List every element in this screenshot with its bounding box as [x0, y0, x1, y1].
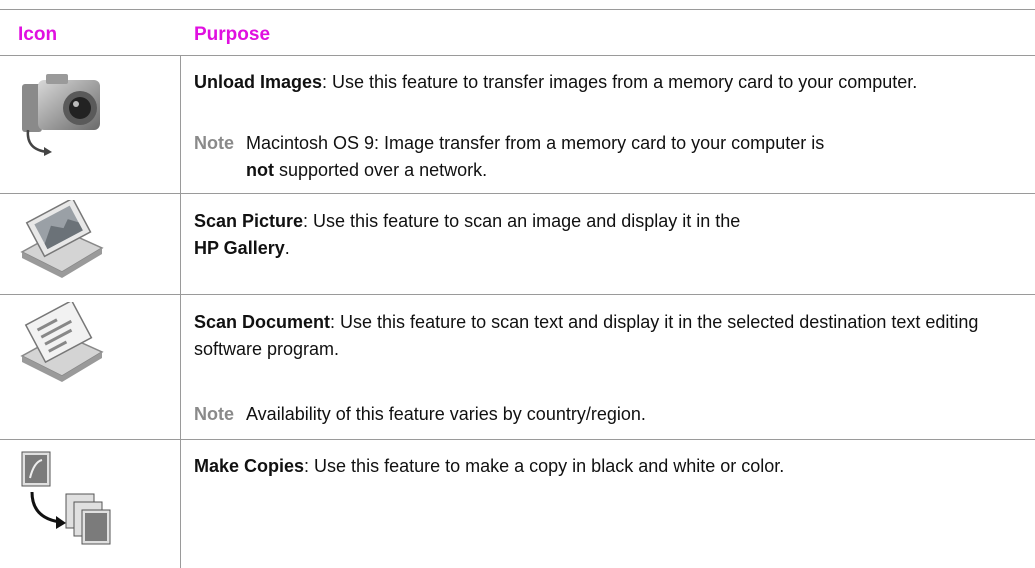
row-divider-1 [0, 193, 1035, 194]
make-copies-title: Make Copies [194, 456, 305, 476]
row-scan-document: Scan Document: Use this feature to scan … [194, 309, 1014, 363]
make-copies-icon [16, 448, 112, 553]
unload-images-note: Note Macintosh OS 9: Image transfer from … [194, 130, 1024, 184]
scan-picture-description: : Use this feature to scan an image and … [303, 211, 741, 231]
camera-unload-icon [16, 70, 112, 167]
unload-images-title: Unload Images [194, 72, 323, 92]
header-icon: Icon [18, 24, 58, 45]
table-top-rule [0, 9, 1035, 10]
scan-picture-title: Scan Picture [194, 211, 304, 231]
scan-document-title: Scan Document [194, 312, 331, 332]
header-purpose: Purpose [194, 24, 271, 45]
note-text: Availability of this feature varies by c… [246, 404, 646, 424]
note-text: Macintosh OS 9: Image transfer from a me… [246, 133, 825, 153]
row-make-copies: Make Copies: Use this feature to make a … [194, 453, 1014, 480]
scan-picture-icon [16, 197, 108, 283]
row-divider-2 [0, 294, 1035, 295]
unload-images-description: : Use this feature to transfer images fr… [322, 72, 918, 92]
scan-picture-period: . [284, 238, 290, 258]
note-label: Note [194, 404, 234, 424]
row-scan-picture: Scan Picture: Use this feature to scan a… [194, 208, 1014, 262]
hp-gallery-label: HP Gallery [194, 238, 285, 258]
scan-document-note: Note Availability of this feature varies … [194, 401, 1024, 428]
header-bottom-rule [0, 55, 1035, 56]
make-copies-description: : Use this feature to make a copy in bla… [304, 456, 785, 476]
row-divider-3 [0, 439, 1035, 440]
row-unload-images: Unload Images: Use this feature to trans… [194, 69, 1014, 96]
note-label: Note [194, 133, 234, 153]
scan-document-icon [16, 299, 108, 387]
column-divider [180, 55, 181, 568]
note-bold: not [246, 160, 274, 180]
note-text-end: supported over a network. [273, 160, 488, 180]
